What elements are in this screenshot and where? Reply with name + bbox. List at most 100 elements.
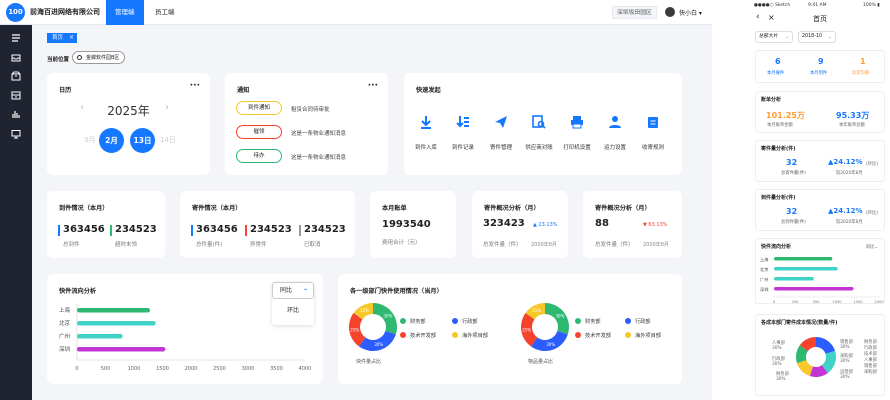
mobile-bill-card: 账单分析 101.25万 本月账单金额 95.33万 本年账单总额 [755,91,885,133]
monitor-icon[interactable] [11,129,21,139]
quick-action-label[interactable]: 运力设置 [595,143,635,151]
month-selector[interactable]: 2月 [99,128,124,153]
notice-tag[interactable]: 待办 [236,149,282,163]
menu-icon[interactable] [11,33,21,43]
slice-label: 15% [532,308,541,313]
legend-swatch [452,332,458,338]
kpi-label: 本月催件 [767,71,785,76]
donut-caption: 快件量占比 [356,359,382,365]
flow-bar [774,267,838,271]
clipboard-icon[interactable] [646,115,660,129]
donut-pct: 30% [840,345,850,350]
dept-title: 各一级部门快件使用情况（当月） [350,288,443,295]
legend-item: 技术开发部 [400,332,436,339]
notice-message[interactable]: 这是一条物业通知消息 [291,129,346,137]
inbox-icon[interactable] [11,53,21,63]
mobile-month-select[interactable]: 2018-10 ⌄ [798,31,836,43]
mobile-bill-title: 账单分析 [761,97,782,103]
more-icon[interactable]: ··· [368,81,378,91]
mobile-dept-card: 各成本部门寄件成本情况(数量/件) 人事部 行政部 财务部 销售部 采购部 运营… [755,314,885,396]
mobile-title: 首页 [813,15,827,23]
send-analysis-card-2: 寄件概况分析（月） 88 ▼ 63.13% 总发件量（件） 2020年8月 [583,191,682,258]
legend-swatch [575,332,581,338]
kpi-label: 本月到件 [810,71,828,76]
legend-item: 行政部 [452,318,478,325]
flow-bar [77,321,156,326]
tick-label: 1500 [853,300,863,304]
bill-label: 费用合计（元） [382,240,421,246]
tick-label: 2000 [874,300,884,304]
search-doc-icon[interactable] [532,115,546,129]
send-cancelled: 234523 [304,224,346,235]
location-selector[interactable]: 金蝶软件园B区 [72,51,126,64]
compare-button-label: 同比 [280,287,293,294]
donut-chart-1: 30% 30% 25% 15% [349,303,397,351]
tick-label: 3000 [242,366,255,372]
notice-message[interactable]: 这是一条物业通知消息 [291,153,346,161]
breadcrumb-tab-home[interactable]: 首页 × [47,33,78,43]
compare-dropdown: 同比 ⌃ 环比 [272,282,314,325]
root: 100 前海百进网络有限公司 管理端 员工端 深圳坂田园区 快小白 ▾ 首页 × … [0,0,890,400]
send-analysis-card: 寄件概况分析（月） 323423 ▲ 23.13% 总发件量（件） 2020年8… [472,191,568,258]
select-value: 2018-10 [802,34,823,39]
dept-card: 各一级部门快件使用情况（当月） 30% 30% 25% 15% 快件量占比 财务部 行… [338,274,682,384]
day-selector[interactable]: 13日 [130,128,155,153]
arrive-value: 32 [786,207,798,216]
status-time: 9:41 AM [808,3,827,8]
mobile-flow-card: 快件流向分析 同比⌄ 上海 北京 广州 深圳 0 200 500 1000 1500 2000 [755,238,885,304]
tick-label: 3500 [270,366,283,372]
next-year-icon[interactable]: › [165,102,169,113]
user-menu[interactable]: 快小白 ▾ [679,8,702,17]
tick-label: 1000 [128,366,141,372]
send-analysis-value: 88 [595,218,609,229]
donut-slice [530,331,568,351]
mobile-kpi-card: 6 本月催件 9 本月到件 1 异常包裹 [755,50,885,83]
compare-option[interactable]: 环比 [272,305,314,314]
quick-action-label[interactable]: 打印机设置 [557,143,597,151]
quick-action-label[interactable]: 收寄规则 [633,143,673,151]
notice-message[interactable]: 租赁合同待审批 [291,105,330,113]
compare-button[interactable]: 同比 ⌃ [272,282,314,299]
mobile-dept-title: 各成本部门寄件成本情况(数量/件) [761,320,838,326]
location-value: 金蝶软件园B区 [86,55,120,61]
brand-name: 前海百进网络有限公司 [30,8,100,16]
prev-month[interactable]: 3月 [84,135,95,145]
printer-icon[interactable] [570,115,584,129]
quick-action-label[interactable]: 到件入库 [406,143,446,151]
legend-swatch [625,332,631,338]
legend-swatch [452,318,458,324]
legend-label: 技术开发部 [585,333,611,339]
flow-bar [77,347,166,352]
next-day[interactable]: 14日 [160,135,176,145]
mobile-region-select[interactable]: 总部大片 ⌄ [755,31,793,43]
close-icon[interactable]: × [69,33,74,43]
tab-staff[interactable]: 员工端 [146,0,184,25]
list-download-icon[interactable] [456,115,470,129]
box-icon[interactable] [11,71,21,81]
send-cancelled-label: 已取消 [304,242,321,248]
donut-slice [373,303,397,335]
quick-action-label[interactable]: 到件记录 [443,143,483,151]
kpi-value: 9 [818,57,824,66]
category-label: 上海 [59,306,71,314]
arrival-total: 363456 [63,224,105,235]
legend-label: 采购部 [864,370,877,375]
download-icon[interactable] [419,115,433,129]
user-icon[interactable] [608,115,622,129]
category-label: 北京 [59,319,71,327]
district-selector[interactable]: 深圳坂田园区 [612,6,657,19]
quick-action-label[interactable]: 供应商对账 [519,143,559,151]
mobile-flow-chart: 上海北京广州深圳 0 200 500 1000 1500 2000 [760,256,884,304]
more-icon[interactable]: ··· [190,81,200,91]
send-icon[interactable] [494,115,508,129]
stat-marker [299,225,301,236]
send-analysis-title: 寄件概况分析（月） [484,205,540,212]
tab-admin[interactable]: 管理端 [106,0,144,25]
archive-icon[interactable] [11,90,21,100]
notice-tag[interactable]: 催领 [236,125,282,139]
chart-icon[interactable] [11,109,21,119]
avatar[interactable] [665,7,675,17]
quick-action-label[interactable]: 寄件管理 [481,143,521,151]
arrive-label: 总到件量(件) [781,220,806,225]
notice-tag[interactable]: 到件通知 [236,101,282,115]
